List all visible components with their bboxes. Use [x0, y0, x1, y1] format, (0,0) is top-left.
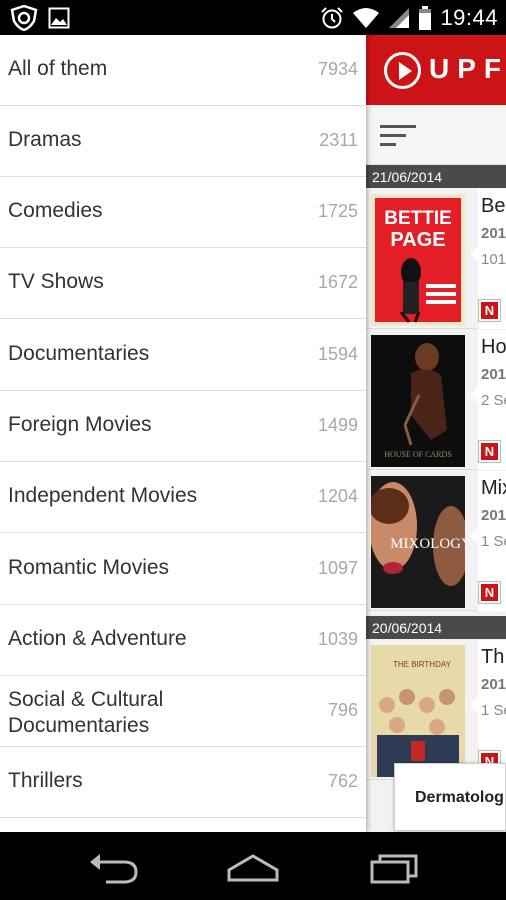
- item-year: 201: [481, 507, 506, 524]
- item-title: Th: [481, 646, 505, 668]
- category-label: Comedies: [8, 199, 103, 222]
- category-count: 1204: [317, 486, 358, 506]
- category-item-independent-movies[interactable]: Independent Movies 1204: [0, 462, 366, 533]
- list-item[interactable]: BETTIE PAGE Be 201 101 N: [366, 189, 506, 329]
- item-subtitle: 1 Se: [481, 533, 506, 550]
- category-label: Romantic Movies: [8, 556, 170, 579]
- netflix-badge-icon: N: [479, 441, 500, 462]
- signal-icon: [389, 8, 410, 28]
- category-label: TV Shows: [8, 270, 104, 293]
- mixology-poster: MIXOLOGY: [371, 476, 465, 608]
- shield-icon: [10, 5, 38, 31]
- ad-text: Dermatolog: [415, 789, 504, 806]
- back-icon[interactable]: [84, 850, 144, 884]
- category-item-action-adventure[interactable]: Action & Adventure 1039: [0, 605, 366, 676]
- image-icon: [48, 7, 70, 29]
- app-logo-text: UPF: [429, 53, 506, 84]
- item-year: 201: [481, 225, 506, 242]
- category-count: 1499: [317, 415, 358, 435]
- netflix-badge-icon: N: [479, 582, 500, 603]
- svg-text:PAGE: PAGE: [390, 229, 445, 251]
- category-label: Thrillers: [8, 769, 83, 792]
- category-count: 2311: [319, 130, 358, 150]
- category-count: 1594: [317, 344, 358, 364]
- list-item[interactable]: HOUSE OF CARDS Ho 201 2 Se N: [366, 330, 506, 470]
- house-of-cards-poster: HOUSE OF CARDS: [371, 335, 465, 467]
- ad-banner[interactable]: Dermatolog: [394, 763, 506, 831]
- date-header: 20/06/2014: [366, 616, 506, 639]
- status-time: 19:44: [440, 5, 498, 30]
- date-label: 21/06/2014: [372, 169, 443, 185]
- category-drawer: All of them 7934 Dramas 2311 Comedies 17…: [0, 35, 366, 832]
- birthday-boys-poster: THE BIRTHDAY: [371, 645, 465, 777]
- category-item-documentaries[interactable]: Documentaries 1594: [0, 320, 366, 391]
- item-title: Mix: [481, 477, 506, 499]
- item-subtitle: 101: [481, 251, 506, 268]
- category-item-thrillers[interactable]: Thrillers 762: [0, 747, 366, 818]
- play-logo-icon: [384, 52, 421, 89]
- category-label: Social & Cultural Documentaries: [8, 688, 164, 737]
- svg-text:THE BIRTHDAY: THE BIRTHDAY: [393, 660, 452, 669]
- category-count: 796: [327, 700, 358, 720]
- list-item[interactable]: THE BIRTHDAY Th 201 1 Se N: [366, 640, 506, 780]
- app-header: UPF: [366, 35, 506, 105]
- item-subtitle: 1 Se: [481, 702, 506, 719]
- item-year: 201: [481, 366, 506, 383]
- category-item-tv-shows[interactable]: TV Shows 1672: [0, 248, 366, 319]
- item-subtitle: 2 Se: [481, 392, 506, 409]
- list-item[interactable]: MIXOLOGY Mix 201 1 Se N: [366, 471, 506, 611]
- svg-text:BETTIE: BETTIE: [384, 208, 452, 229]
- date-header: 21/06/2014: [366, 165, 506, 188]
- category-label: Dramas: [8, 128, 82, 151]
- category-item-foreign-movies[interactable]: Foreign Movies 1499: [0, 391, 366, 462]
- item-title: Be: [481, 195, 506, 217]
- category-count: 1039: [317, 629, 358, 649]
- toolbar: [366, 105, 506, 165]
- bettie-page-poster: BETTIE PAGE: [371, 194, 465, 326]
- item-title: Ho: [481, 336, 506, 358]
- category-item-social-cultural-documentaries[interactable]: Social & Cultural Documentaries 796: [0, 676, 366, 747]
- sort-icon[interactable]: [380, 123, 418, 149]
- category-count: 1097: [317, 558, 358, 578]
- svg-text:HOUSE OF CARDS: HOUSE OF CARDS: [384, 450, 452, 459]
- category-item-all[interactable]: All of them 7934: [0, 35, 366, 106]
- wifi-icon: [353, 8, 380, 28]
- category-count: 762: [327, 771, 358, 791]
- item-year: 201: [481, 676, 506, 693]
- date-label: 20/06/2014: [372, 620, 443, 636]
- category-item-romantic-movies[interactable]: Romantic Movies 1097: [0, 534, 366, 605]
- category-item-comedies[interactable]: Comedies 1725: [0, 177, 366, 248]
- category-count: 7934: [317, 59, 358, 79]
- category-label: Independent Movies: [8, 484, 198, 507]
- system-nav-bar: [0, 832, 506, 900]
- category-label: Documentaries: [8, 342, 150, 365]
- category-label: All of them: [8, 57, 108, 80]
- svg-text:MIXOLOGY: MIXOLOGY: [390, 536, 465, 552]
- home-icon[interactable]: [223, 850, 283, 884]
- category-count: 1725: [317, 201, 358, 221]
- app-content: UPF 21/06/2014 BETTIE PAGE Be 201 101 N …: [0, 35, 506, 832]
- recent-apps-icon[interactable]: [364, 850, 424, 884]
- alarm-icon: [321, 7, 344, 29]
- netflix-badge-icon: N: [479, 300, 500, 321]
- category-count: 1672: [317, 272, 358, 292]
- status-bar: 19:44: [0, 0, 506, 35]
- category-item-dramas[interactable]: Dramas 2311: [0, 106, 366, 177]
- category-label: Action & Adventure: [8, 627, 187, 650]
- category-label: Foreign Movies: [8, 413, 152, 436]
- battery-icon: [419, 6, 432, 30]
